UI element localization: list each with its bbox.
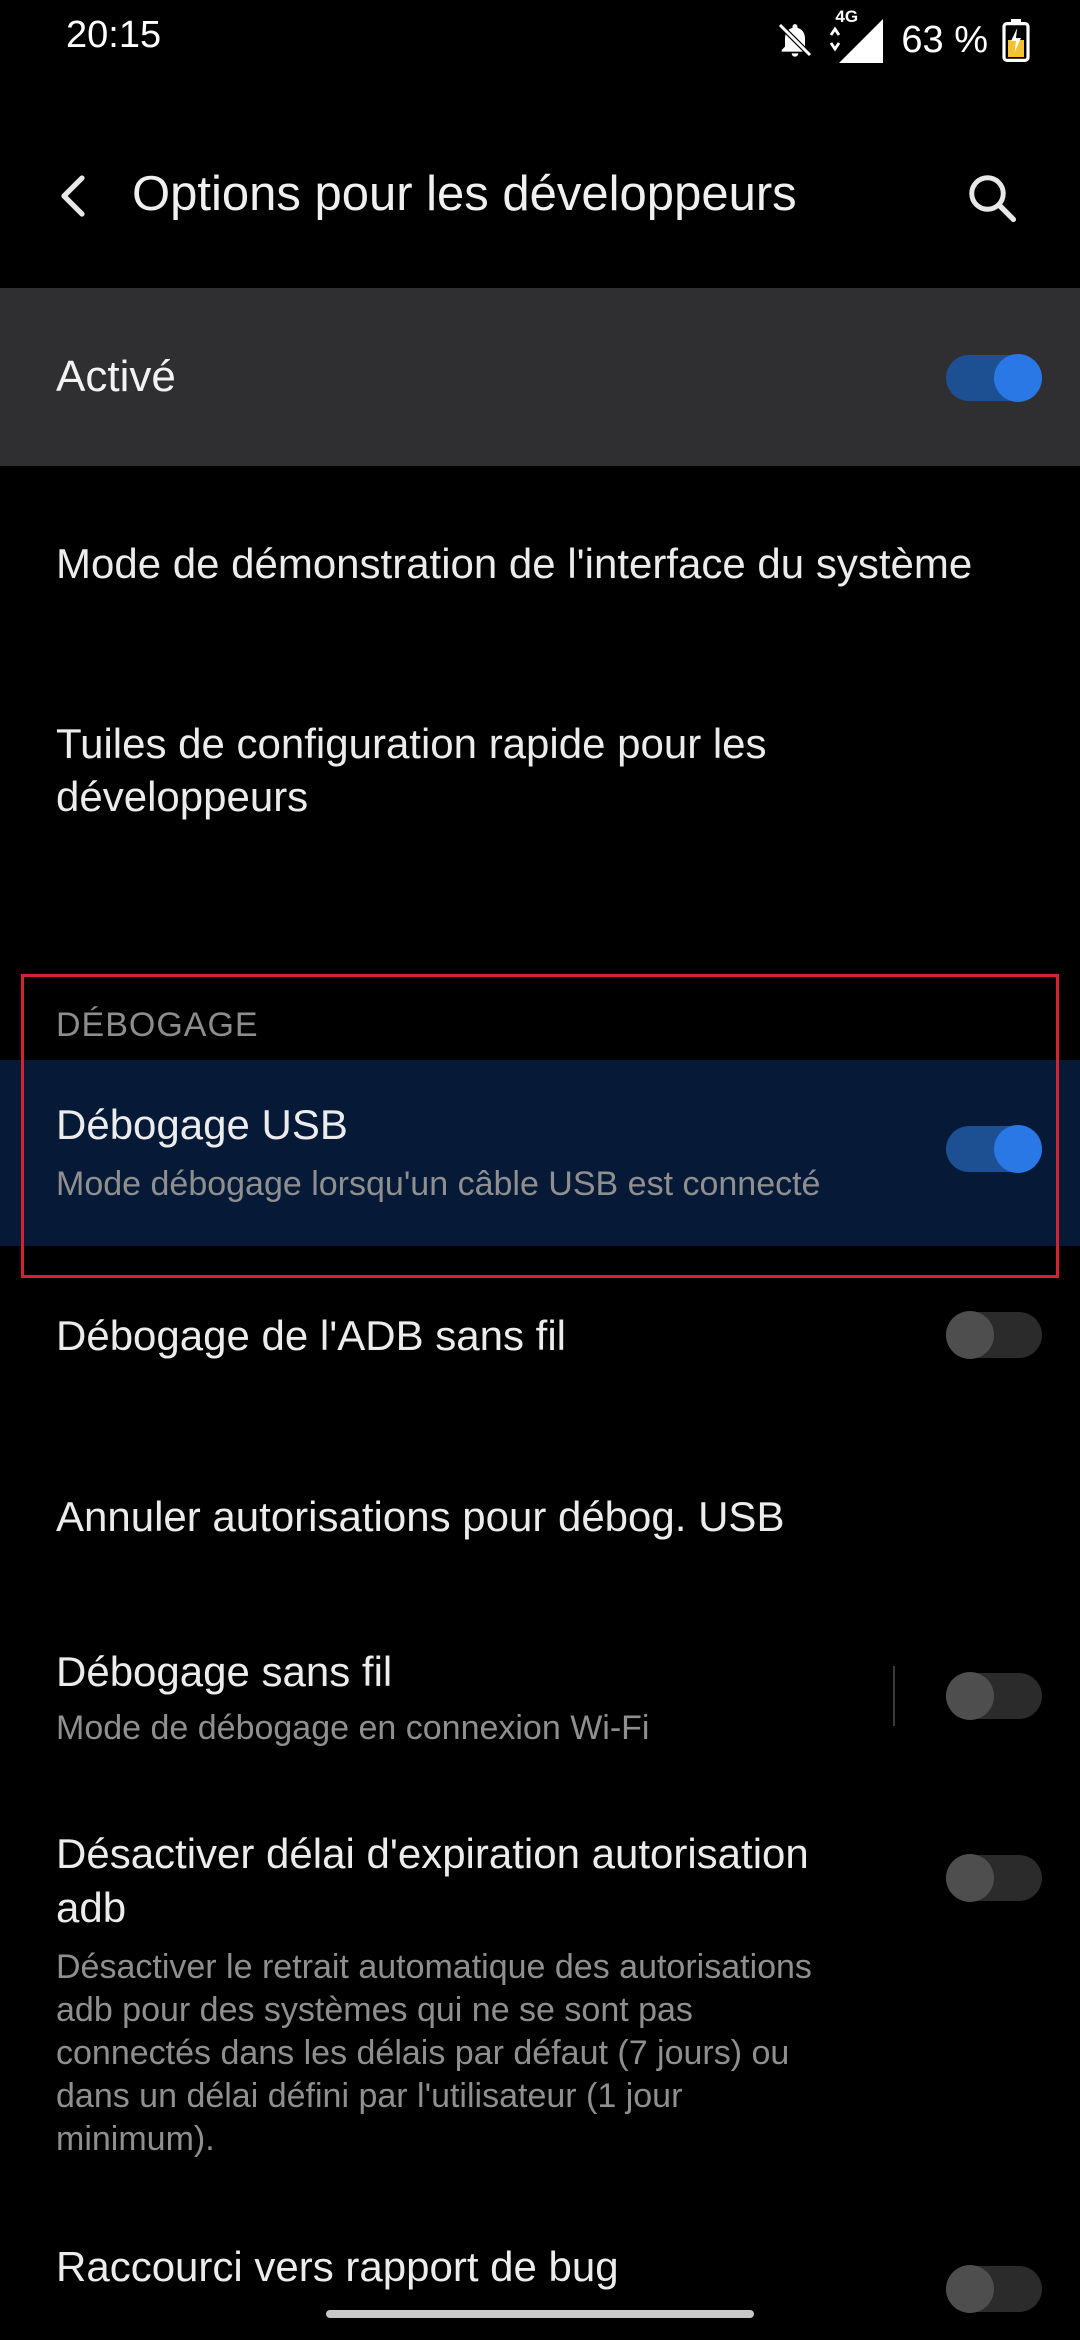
vertical-divider: [893, 1666, 895, 1726]
disable-adb-timeout-desc-2: adb pour des systèmes qui ne se sont pas: [56, 1991, 693, 2029]
quick-settings-tiles-item[interactable]: Tuiles de configuration rapide pour les …: [0, 700, 1080, 840]
bug-report-shortcut-toggle[interactable]: [946, 2265, 1042, 2313]
status-time: 20:15: [66, 14, 162, 56]
bug-report-shortcut-title[interactable]: Raccourci vers rapport de bug: [56, 2240, 619, 2294]
wireless-debugging-toggle[interactable]: [946, 1672, 1042, 1720]
toggle-knob: [946, 2265, 994, 2313]
back-arrow-icon[interactable]: [48, 160, 98, 232]
disable-adb-timeout-desc-1: Désactiver le retrait automatique des au…: [56, 1948, 812, 1986]
disable-adb-timeout-toggle[interactable]: [946, 1854, 1042, 1902]
wireless-debugging-subtitle: Mode de débogage en connexion Wi-Fi: [56, 1709, 650, 1747]
disable-adb-timeout-desc-5: minimum).: [56, 2120, 215, 2158]
disable-adb-timeout-desc-3: connectés dans les délais par défaut (7 …: [56, 2034, 790, 2072]
page-title: Options pour les développeurs: [132, 167, 797, 221]
disable-adb-timeout-title-line1[interactable]: Désactiver délai d'expiration autorisati…: [56, 1827, 809, 1881]
master-toggle-label: Activé: [56, 352, 176, 401]
battery-percent: 63 %: [901, 18, 988, 61]
demo-mode-item[interactable]: Mode de démonstration de l'interface du …: [56, 537, 972, 591]
toggle-knob: [946, 1854, 994, 1902]
annotation-highlight-box: [21, 974, 1059, 1278]
status-icons: 4G 63 %: [775, 7, 1030, 68]
disable-adb-timeout-title-line2: adb: [56, 1884, 127, 1931]
bell-off-icon: [775, 20, 815, 60]
battery-charging-icon: [1002, 18, 1030, 62]
master-toggle-switch[interactable]: [946, 354, 1042, 402]
search-icon[interactable]: [952, 158, 1032, 238]
signal-icon: 4G: [829, 7, 887, 65]
toggle-knob: [946, 1311, 994, 1359]
quick-settings-tiles-line1: Tuiles de configuration rapide pour les: [56, 720, 767, 767]
toggle-knob: [994, 354, 1042, 402]
adb-wireless-title[interactable]: Débogage de l'ADB sans fil: [56, 1309, 566, 1363]
adb-wireless-toggle[interactable]: [946, 1311, 1042, 1359]
wireless-debugging-title[interactable]: Débogage sans fil: [56, 1645, 392, 1699]
quick-settings-tiles-line2: développeurs: [56, 773, 309, 820]
home-indicator[interactable]: [326, 2310, 754, 2318]
network-type: 4G: [835, 7, 859, 26]
revoke-usb-authorizations-item[interactable]: Annuler autorisations pour débog. USB: [56, 1490, 784, 1544]
toggle-knob: [946, 1672, 994, 1720]
disable-adb-timeout-desc-4: dans un délai défini par l'utilisateur (…: [56, 2077, 683, 2115]
